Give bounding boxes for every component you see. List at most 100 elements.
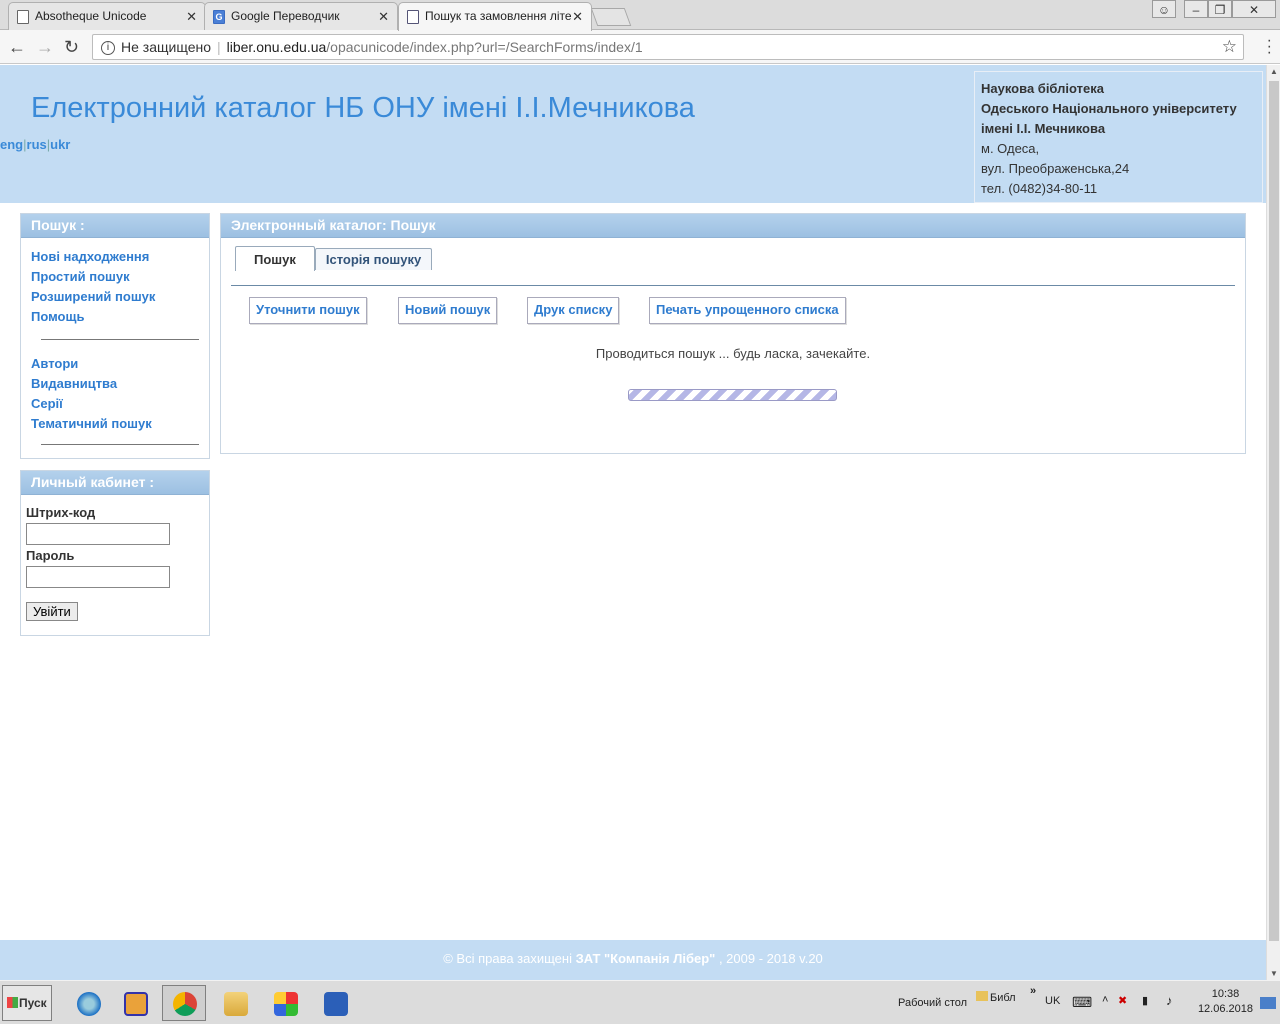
security-status: Не защищено	[121, 39, 211, 55]
tab-title: Google Переводчик	[231, 9, 340, 23]
separator: |	[217, 39, 221, 55]
language-switcher: eng|rus|ukr	[0, 137, 71, 152]
clock-date: 12.06.2018	[1197, 1003, 1253, 1015]
back-icon[interactable]: ←	[8, 37, 26, 58]
show-desktop-icon[interactable]	[1260, 997, 1276, 1009]
tab-search[interactable]: Пошук	[235, 246, 315, 271]
reload-icon[interactable]: ↻	[64, 37, 79, 58]
site-footer: © Всі права захищені ЗАТ "Компанія Лібер…	[0, 940, 1266, 980]
desktop-toolbar-label[interactable]: Рабочий стол	[898, 997, 967, 1009]
contact-street: вул. Преображенська,24	[981, 161, 1130, 176]
volume-icon[interactable]: ♪	[1166, 993, 1173, 1008]
search-sidebar-title: Пошук :	[21, 214, 209, 238]
print-list-button[interactable]: Друк списку	[527, 297, 620, 324]
close-tab-icon[interactable]: ✕	[572, 9, 583, 25]
bookmark-star-icon[interactable]: ☆	[1222, 35, 1237, 59]
link-thematic-search[interactable]: Тематичний пошук	[31, 414, 209, 434]
contact-city: м. Одеса,	[981, 141, 1040, 156]
close-window-icon[interactable]: ✕	[1232, 0, 1276, 18]
chrome-icon[interactable]	[162, 985, 206, 1021]
start-label: Пуск	[19, 996, 47, 1010]
footer-years: , 2009 - 2018 v.20	[715, 951, 823, 966]
link-publishers[interactable]: Видавництва	[31, 374, 209, 394]
link-help[interactable]: Помощь	[31, 307, 209, 327]
windows-logo-icon	[7, 997, 18, 1008]
link-advanced-search[interactable]: Розширений пошук	[31, 287, 209, 307]
library-icon	[407, 10, 419, 24]
contact-named-after: імені І.І. Мечникова	[981, 121, 1106, 136]
divider	[41, 444, 199, 445]
lang-ukr-link[interactable]: ukr	[50, 137, 70, 152]
link-series[interactable]: Серії	[31, 394, 209, 414]
tab-underline	[231, 285, 1235, 286]
footer-company: ЗАТ "Компанія Лібер"	[575, 951, 716, 966]
new-tab-button[interactable]	[590, 8, 632, 26]
link-simple-search[interactable]: Простий пошук	[31, 267, 209, 287]
tab-title: Пошук та замовлення літе	[425, 9, 572, 23]
url-host: liber.onu.edu.ua	[226, 39, 327, 55]
tab-library-search[interactable]: Пошук та замовлення літе ✕	[398, 2, 592, 31]
close-tab-icon[interactable]: ✕	[186, 9, 197, 25]
library-contact: Наукова бібліотека Одеського Національно…	[974, 71, 1263, 203]
keyboard-icon[interactable]: ⌨	[1072, 994, 1092, 1011]
barcode-label: Штрих-код	[26, 505, 96, 520]
signal-icon[interactable]: ▮	[1142, 994, 1148, 1007]
scroll-down-icon[interactable]: ▼	[1270, 969, 1278, 978]
print-simple-list-button[interactable]: Печать упрощенного списка	[649, 297, 846, 324]
contact-university: Одеського Національного університету	[981, 101, 1237, 116]
page-icon	[17, 10, 29, 24]
url-path: /opacunicode/index.php?url=/SearchForms/…	[326, 39, 643, 55]
system-clock[interactable]: 10:38 12.06.2018	[1198, 987, 1253, 1017]
media-player-icon[interactable]	[113, 985, 157, 1021]
password-input[interactable]	[26, 566, 170, 588]
contact-phone: тел. (0482)34-80-11	[981, 181, 1098, 196]
input-language[interactable]: UK	[1045, 995, 1060, 1007]
browser-menu-icon[interactable]: · · ·	[1267, 33, 1272, 61]
new-search-button[interactable]: Новий пошук	[398, 297, 498, 324]
folder-icon	[976, 991, 988, 1001]
windows-taskbar: Пуск Рабочий стол Библ » UK ⌨ ˄ ✖ ▮ ♪ 10…	[0, 980, 1280, 1024]
lang-rus-link[interactable]: rus	[27, 137, 47, 152]
refine-search-button[interactable]: Уточнити пошук	[249, 297, 367, 324]
folder-label: Библ	[990, 992, 1016, 1004]
lang-eng-link[interactable]: eng	[0, 137, 23, 152]
folder-toolbar-label[interactable]: Библ	[976, 991, 1016, 1004]
start-button[interactable]: Пуск	[2, 985, 52, 1021]
catalog-main-panel: Электронный каталог: Пошук Пошук Історія …	[220, 213, 1246, 454]
login-button[interactable]: Увійти	[26, 602, 78, 621]
internet-explorer-icon[interactable]	[66, 985, 110, 1021]
personal-cabinet-panel: Личный кабинет : Штрих-код Пароль Увійти	[20, 470, 210, 636]
scroll-thumb[interactable]	[1269, 81, 1279, 941]
password-label: Пароль	[26, 548, 75, 563]
search-wait-message: Проводиться пошук ... будь ласка, зачека…	[595, 346, 871, 361]
clock-time: 10:38	[1211, 988, 1240, 1000]
forward-icon[interactable]: →	[36, 37, 54, 58]
tab-absotheque[interactable]: Absotheque Unicode ✕	[8, 2, 206, 30]
page-scrollbar[interactable]: ▲ ▼	[1266, 65, 1280, 980]
minimize-icon[interactable]: –	[1184, 0, 1208, 18]
tab-google-translate[interactable]: G Google Переводчик ✕	[204, 2, 398, 30]
scroll-up-icon[interactable]: ▲	[1270, 67, 1278, 76]
close-tab-icon[interactable]: ✕	[378, 9, 389, 25]
browser-tab-bar: Absotheque Unicode ✕ G Google Переводчик…	[0, 0, 1280, 31]
file-explorer-icon[interactable]	[213, 985, 257, 1021]
tab-search-history[interactable]: Історія пошуку	[314, 248, 433, 270]
word-icon[interactable]	[313, 985, 357, 1021]
tray-expand-icon[interactable]: ˄	[1102, 994, 1108, 1006]
address-bar[interactable]: i Не защищено | liber.onu.edu.ua/opacunicod…	[92, 34, 1244, 60]
network-error-icon[interactable]: ✖	[1118, 994, 1127, 1007]
progress-bar	[628, 389, 837, 401]
site-title: Електронний каталог НБ ОНУ імені І.І.Меч…	[31, 92, 695, 124]
google-translate-icon: G	[213, 10, 225, 24]
toolbar-overflow-icon[interactable]: »	[1030, 985, 1036, 997]
puzzle-app-icon[interactable]	[263, 985, 307, 1021]
tab-title: Absotheque Unicode	[35, 9, 147, 23]
link-authors[interactable]: Автори	[31, 354, 209, 374]
link-new-arrivals[interactable]: Нові надходження	[31, 247, 209, 267]
info-icon[interactable]: i	[101, 41, 115, 56]
barcode-input[interactable]	[26, 523, 170, 545]
restore-icon[interactable]: ❐	[1208, 0, 1232, 18]
footer-copyright: © Всі права захищені	[443, 951, 576, 966]
user-profile-icon[interactable]: ☺	[1152, 0, 1176, 18]
address-toolbar: ← → ↻ i Не защищено | liber.onu.edu.ua/opac…	[0, 30, 1280, 64]
